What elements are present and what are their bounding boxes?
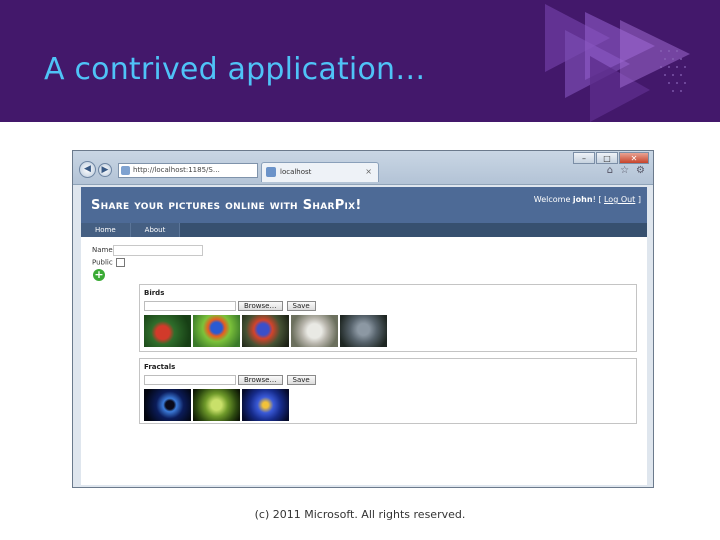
add-album-icon[interactable]: + — [93, 269, 105, 281]
maximize-button[interactable]: □ — [596, 152, 618, 164]
star-icon[interactable]: ☆ — [620, 165, 629, 176]
upload-row: Browse… Save — [144, 375, 316, 385]
photo-thumbnail[interactable] — [340, 315, 387, 347]
nav-item-home[interactable]: Home — [81, 223, 131, 237]
login-bracket-close: ] — [635, 195, 641, 204]
forward-icon[interactable]: ▶ — [98, 163, 112, 177]
browser-tab[interactable]: localhost × — [261, 162, 379, 182]
welcome-text: Welcome — [533, 195, 573, 204]
album-birds: Birds Browse… Save — [139, 284, 637, 352]
file-path-input[interactable] — [144, 375, 236, 385]
site-body: Name Public + Birds Browse… Save Fractal… — [81, 237, 647, 485]
gear-icon[interactable]: ⚙ — [636, 165, 645, 176]
slide-footer: (c) 2011 Microsoft. All rights reserved. — [254, 508, 466, 521]
album-fractals: Fractals Browse… Save — [139, 358, 637, 424]
address-text: http://localhost:1185/S… — [133, 166, 220, 174]
save-button[interactable]: Save — [286, 301, 316, 311]
save-button[interactable]: Save — [286, 375, 316, 385]
slide-title: A contrived application… — [44, 52, 426, 87]
upload-row: Browse… Save — [144, 301, 316, 311]
public-label: Public — [92, 258, 113, 267]
address-bar[interactable]: http://localhost:1185/S… — [118, 163, 258, 178]
login-display: Welcome john! [ Log Out ] — [534, 195, 641, 204]
file-path-input[interactable] — [144, 301, 236, 311]
photo-thumbnail[interactable] — [144, 315, 191, 347]
browser-toolbar: ⌂ ☆ ⚙ — [607, 165, 645, 176]
photo-thumbnail[interactable] — [193, 315, 240, 347]
album-title: Fractals — [144, 363, 176, 371]
username: john — [572, 195, 593, 204]
site-title: Share your pictures online with SharPix! — [91, 198, 362, 213]
tab-close-icon[interactable]: × — [365, 163, 372, 181]
photo-thumbnail[interactable] — [242, 389, 289, 421]
browser-chrome: – □ ✕ ◀ ▶ http://localhost:1185/S… local… — [73, 151, 653, 185]
login-bracket-open: ! [ — [592, 195, 604, 204]
browse-button[interactable]: Browse… — [238, 375, 283, 385]
photo-thumbnails — [144, 389, 289, 421]
photo-thumbnail[interactable] — [144, 389, 191, 421]
back-icon[interactable]: ◀ — [79, 161, 96, 178]
photo-thumbnail[interactable] — [242, 315, 289, 347]
site-nav: Home About — [81, 223, 647, 237]
album-name-input[interactable] — [113, 245, 203, 256]
public-row: Public — [92, 258, 125, 267]
minimize-button[interactable]: – — [573, 152, 595, 164]
close-button[interactable]: ✕ — [619, 152, 649, 164]
browse-button[interactable]: Browse… — [238, 301, 283, 311]
public-checkbox[interactable] — [115, 258, 125, 267]
site-header: Share your pictures online with SharPix!… — [81, 187, 647, 223]
slide-header: A contrived application… — [0, 0, 720, 122]
home-icon[interactable]: ⌂ — [607, 165, 613, 176]
browser-window: – □ ✕ ◀ ▶ http://localhost:1185/S… local… — [72, 150, 654, 488]
name-label: Name — [92, 246, 113, 254]
nav-item-about[interactable]: About — [130, 223, 181, 237]
logout-link[interactable]: Log Out — [604, 195, 635, 204]
photo-thumbnail[interactable] — [193, 389, 240, 421]
album-title: Birds — [144, 289, 165, 297]
photo-thumbnails — [144, 315, 387, 347]
tab-favicon-icon — [266, 167, 276, 177]
window-controls: – □ ✕ — [572, 152, 649, 164]
tab-label: localhost — [280, 168, 312, 176]
photo-thumbnail[interactable] — [291, 315, 338, 347]
page-icon — [121, 166, 130, 175]
